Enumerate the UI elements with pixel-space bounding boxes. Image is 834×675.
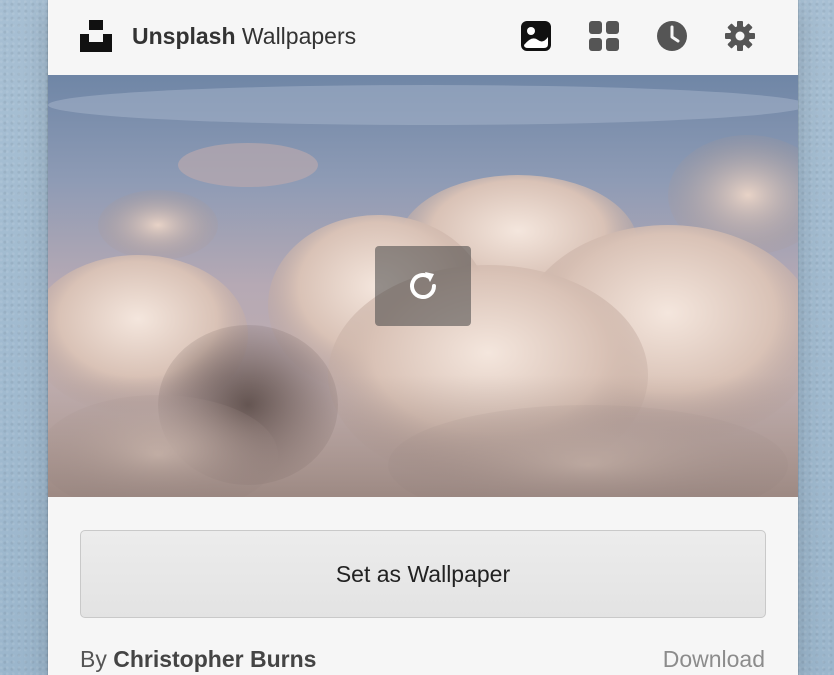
popover-panel: Unsplash Wallpapers Set as Wallpaper By … <box>48 0 798 675</box>
unsplash-logo-icon <box>80 20 112 52</box>
app-title-bold: Unsplash <box>132 23 236 49</box>
grid-icon[interactable] <box>586 18 622 54</box>
gear-icon[interactable] <box>722 18 758 54</box>
header: Unsplash Wallpapers <box>48 0 798 75</box>
refresh-button[interactable] <box>375 246 471 326</box>
set-wallpaper-button[interactable]: Set as Wallpaper <box>80 530 766 618</box>
photo-icon[interactable] <box>518 18 554 54</box>
refresh-icon <box>410 272 436 299</box>
photo-credit: By Christopher Burns <box>80 646 316 673</box>
download-link[interactable]: Download <box>663 646 765 673</box>
app-title-regular: Wallpapers <box>241 23 357 49</box>
clock-icon[interactable] <box>654 18 690 54</box>
credit-prefix: By <box>80 646 107 672</box>
wallpaper-preview[interactable] <box>48 75 798 497</box>
author-link[interactable]: Christopher Burns <box>113 646 316 672</box>
app-title: Unsplash Wallpapers <box>132 23 356 50</box>
